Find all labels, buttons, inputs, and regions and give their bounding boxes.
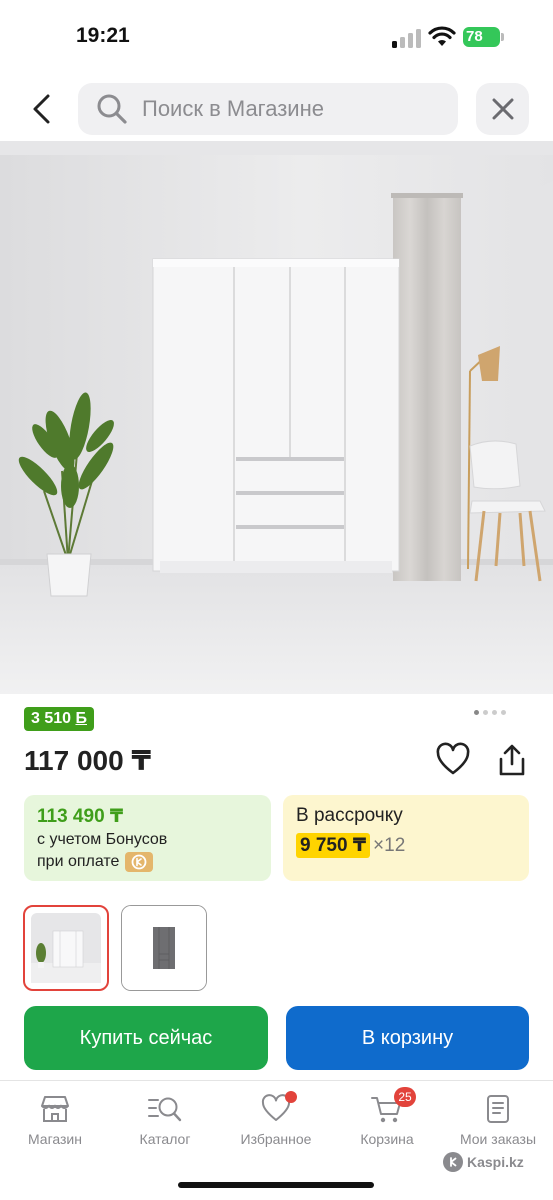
add-to-cart-button[interactable]: В корзину	[286, 1006, 529, 1070]
pagination-dot[interactable]	[474, 710, 479, 715]
search-input[interactable]	[142, 96, 442, 122]
tab-store[interactable]: Магазин	[0, 1093, 110, 1155]
heart-icon	[436, 742, 470, 775]
bonus-badge: 3 510 Б	[24, 707, 94, 731]
favorite-button[interactable]	[435, 742, 471, 778]
installment-row: 9 750 ₸ ×12	[296, 833, 516, 858]
tab-favorites[interactable]: Избранное	[221, 1091, 331, 1155]
tab-cart[interactable]: 25 Корзина	[332, 1087, 442, 1155]
bonus-line-1: с учетом Бонусов	[37, 831, 168, 848]
buy-now-button[interactable]: Купить сейчас	[24, 1006, 268, 1070]
search-box[interactable]	[78, 83, 458, 135]
variant-thumbnail-white[interactable]	[23, 905, 109, 991]
signal-icon	[392, 29, 421, 48]
back-arrow-icon	[33, 94, 50, 124]
kaspi-pay-icon	[125, 852, 154, 872]
image-pagination-dots	[474, 710, 506, 715]
bonus-line-2: при оплате	[37, 853, 120, 870]
variant-thumbnail-gray[interactable]	[121, 905, 207, 991]
status-bar: 19:21 78	[0, 0, 553, 72]
tab-my-orders[interactable]: Мои заказы	[443, 1093, 553, 1155]
close-icon	[492, 98, 513, 120]
tab-label-my-orders: Мои заказы	[459, 1131, 537, 1147]
tab-label-catalog: Каталог	[139, 1131, 191, 1147]
bonus-price: 113 490 ₸	[37, 806, 124, 827]
product-image[interactable]	[0, 141, 553, 694]
wardrobe-photo	[0, 141, 553, 694]
tab-catalog[interactable]: Каталог	[110, 1093, 220, 1155]
installment-card[interactable]: В рассрочку 9 750 ₸ ×12	[283, 795, 529, 881]
wifi-icon	[428, 26, 456, 46]
bonus-line-2-row: при оплате	[37, 852, 258, 872]
kaspi-logo-icon	[443, 1152, 463, 1172]
installment-multiplier: ×12	[373, 834, 406, 856]
share-button[interactable]	[494, 742, 530, 778]
pagination-dot[interactable]	[492, 710, 497, 715]
favorites-notification-dot	[285, 1091, 297, 1103]
installment-amount: 9 750 ₸	[296, 833, 371, 858]
store-icon	[41, 1096, 69, 1122]
battery-icon: 78	[463, 27, 505, 47]
kaspi-watermark: Kaspi.kz	[443, 1152, 524, 1172]
pagination-dot[interactable]	[483, 710, 488, 715]
top-bar	[0, 80, 553, 138]
tab-label-store: Магазин	[27, 1131, 82, 1147]
status-time: 19:21	[76, 24, 130, 47]
product-price: 117 000 ₸	[24, 745, 151, 776]
battery-level: 78	[463, 27, 500, 47]
bonus-badge-symbol: Б	[75, 710, 87, 727]
bonus-price-card[interactable]: 113 490 ₸ с учетом Бонусов при оплате	[24, 795, 271, 881]
tab-label-favorites: Избранное	[240, 1131, 312, 1147]
bonus-badge-value: 3 510	[31, 710, 76, 727]
white-wardrobe-thumbnail-image	[31, 913, 101, 983]
pagination-dot[interactable]	[501, 710, 506, 715]
home-indicator	[178, 1182, 374, 1188]
catalog-icon	[148, 1097, 182, 1122]
watermark-text: Kaspi.kz	[467, 1154, 524, 1170]
gray-wardrobe-thumbnail-image	[122, 906, 206, 990]
close-button[interactable]	[476, 83, 529, 135]
tab-label-cart: Корзина	[360, 1131, 414, 1147]
cart-count-badge: 25	[394, 1087, 416, 1107]
search-icon	[96, 93, 128, 125]
share-icon	[499, 744, 525, 776]
orders-icon	[487, 1095, 509, 1123]
back-button[interactable]	[22, 90, 62, 128]
installment-title: В рассрочку	[296, 805, 403, 826]
